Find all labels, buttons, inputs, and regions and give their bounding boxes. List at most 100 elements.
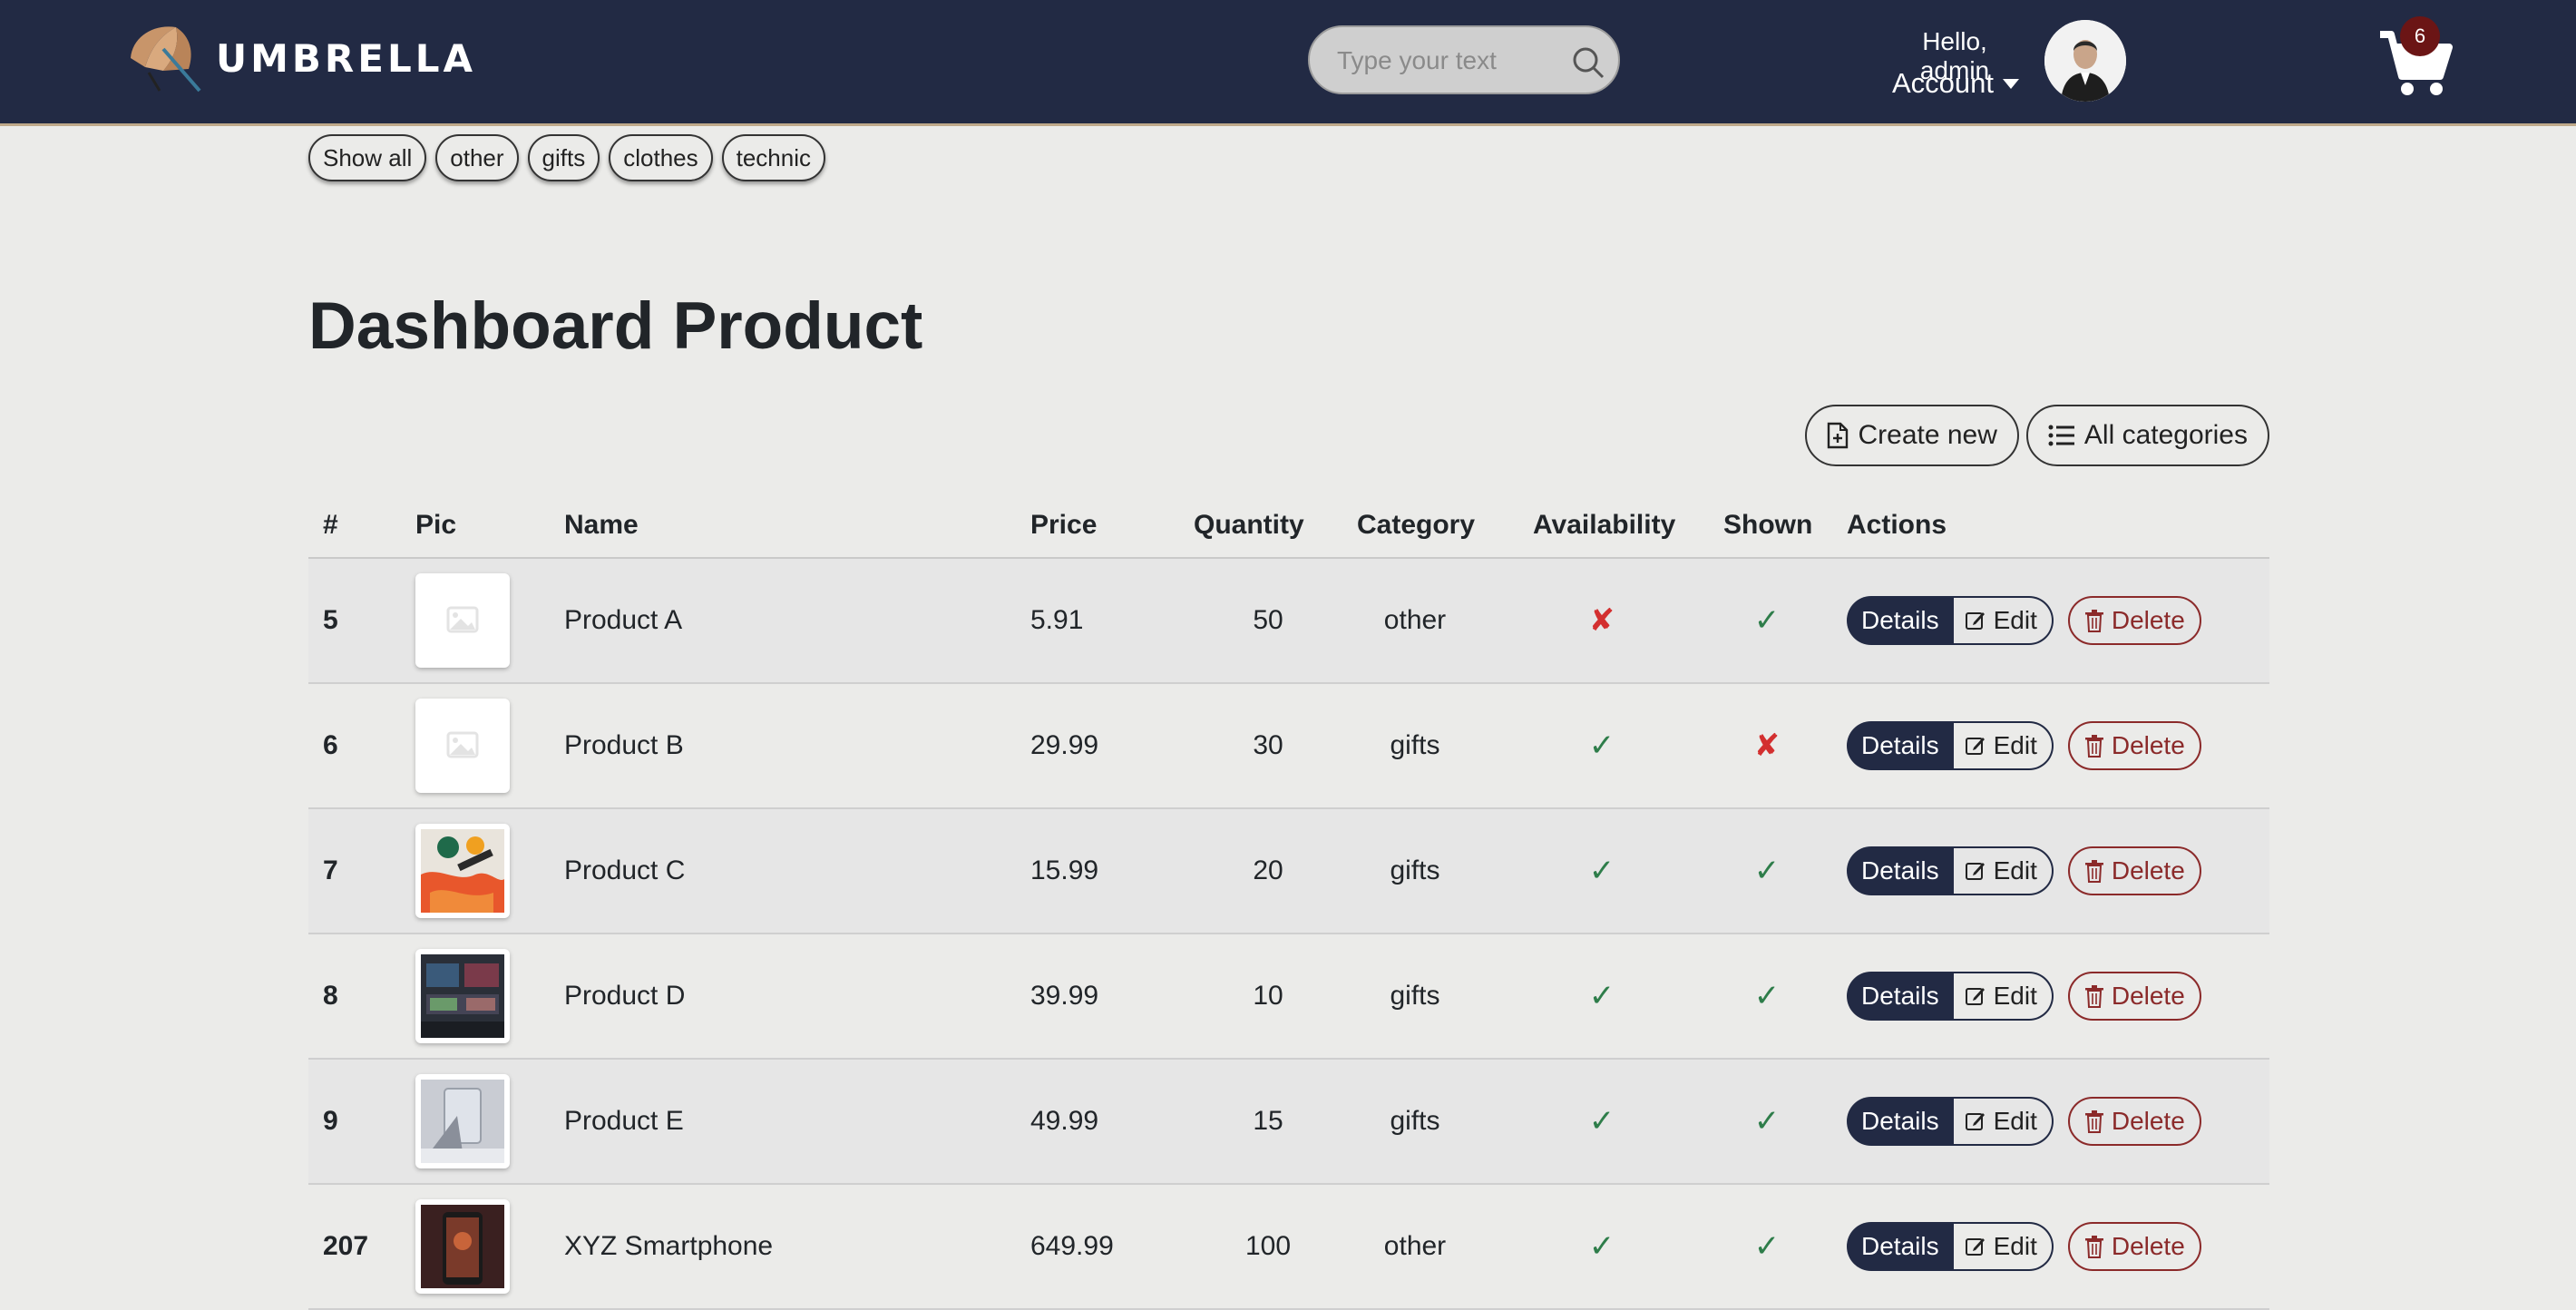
row-shown: ✓ [1676, 934, 1858, 1058]
col-actions: Actions [1847, 510, 1947, 540]
filter-other[interactable]: other [435, 134, 519, 181]
row-category: other [1383, 605, 1447, 635]
row-availability: ✓ [1511, 1060, 1693, 1183]
row-actions: Details Edit Delete [1847, 684, 2201, 807]
row-actions: Details Edit Delete [1847, 1060, 2201, 1183]
row-category: gifts [1390, 730, 1440, 760]
details-button[interactable]: Details [1847, 846, 1954, 895]
row-shown: ✓ [1676, 1060, 1858, 1183]
file-plus-icon [1828, 422, 1849, 449]
filter-gifts[interactable]: gifts [527, 134, 600, 181]
product-thumbnail[interactable] [415, 824, 510, 918]
cross-icon: ✘ [1753, 728, 1781, 763]
row-name: Product D [564, 981, 686, 1011]
details-edit-group: Details Edit [1847, 596, 2054, 645]
product-thumbnail[interactable] [415, 949, 510, 1043]
col-availability: Availability [1533, 510, 1676, 540]
col-id: # [323, 510, 338, 540]
filter-show-all[interactable]: Show all [308, 134, 427, 181]
check-icon: ✓ [1753, 603, 1781, 638]
details-button[interactable]: Details [1847, 1097, 1954, 1146]
row-actions: Details Edit Delete [1847, 1185, 2201, 1308]
delete-label: Delete [2111, 1107, 2185, 1135]
edit-button[interactable]: Edit [1953, 1097, 2054, 1146]
details-button[interactable]: Details [1847, 1222, 1954, 1271]
delete-button[interactable]: Delete [2067, 1222, 2201, 1271]
table-body: 5 Product A 5.91 50 other ✘ ✓ Details Ed… [308, 559, 2269, 1310]
edit-button[interactable]: Edit [1953, 846, 2054, 895]
row-price: 39.99 [1030, 981, 1099, 1011]
product-thumbnail[interactable] [415, 573, 510, 668]
smartphone-image [421, 1205, 504, 1288]
create-new-label: Create new [1858, 420, 1997, 450]
row-name: Product A [564, 605, 683, 635]
details-edit-group: Details Edit [1847, 972, 2054, 1021]
col-shown: Shown [1723, 510, 1813, 540]
delete-button[interactable]: Delete [2067, 596, 2201, 645]
edit-button[interactable]: Edit [1953, 1222, 2054, 1271]
brand-logo[interactable]: UMBRELLA [123, 16, 476, 100]
row-category: other [1383, 1231, 1447, 1261]
all-categories-button[interactable]: All categories [2025, 405, 2269, 466]
table-header: # Pic Name Price Quantity Category Avail… [308, 497, 2269, 559]
umbrella-icon [131, 26, 201, 93]
edit-label: Edit [1993, 606, 2037, 634]
check-icon: ✓ [1588, 979, 1615, 1013]
col-quantity: Quantity [1194, 510, 1304, 540]
row-availability: ✓ [1511, 684, 1693, 807]
delete-button[interactable]: Delete [2067, 721, 2201, 770]
search-icon[interactable] [1571, 45, 1605, 80]
edit-icon [1965, 612, 1985, 630]
edit-button[interactable]: Edit [1953, 596, 2054, 645]
row-shown: ✘ [1676, 684, 1858, 807]
delete-label: Delete [2111, 606, 2185, 634]
product-thumbnail[interactable] [415, 699, 510, 793]
check-icon: ✓ [1588, 1104, 1615, 1139]
page-title: Dashboard Product [308, 289, 923, 363]
details-edit-group: Details Edit [1847, 846, 2054, 895]
page-actions: Create new All categories [1805, 405, 2269, 466]
edit-icon [1965, 863, 1985, 880]
row-pic [415, 809, 510, 933]
glass-item-image [421, 1080, 504, 1163]
edit-label: Edit [1993, 982, 2037, 1010]
row-price: 5.91 [1030, 605, 1084, 635]
filter-clothes[interactable]: clothes [609, 134, 713, 181]
edit-icon [1965, 1113, 1985, 1130]
row-name: Product C [564, 855, 686, 885]
edit-button[interactable]: Edit [1953, 972, 2054, 1021]
details-button[interactable]: Details [1847, 596, 1954, 645]
search-input[interactable] [1335, 38, 1566, 83]
account-dropdown[interactable]: Account [1892, 67, 2020, 100]
product-thumbnail[interactable] [415, 1199, 510, 1294]
image-placeholder-icon [446, 606, 479, 633]
col-name: Name [564, 510, 639, 540]
row-price: 15.99 [1030, 855, 1099, 885]
create-new-button[interactable]: Create new [1805, 405, 2019, 466]
delete-label: Delete [2111, 982, 2185, 1010]
row-id: 207 [323, 1231, 369, 1261]
details-edit-group: Details Edit [1847, 1097, 2054, 1146]
edit-label: Edit [1993, 1232, 2037, 1260]
product-thumbnail[interactable] [415, 1074, 510, 1168]
category-filters: Show all other gifts clothes technic [308, 134, 826, 181]
delete-button[interactable]: Delete [2067, 1097, 2201, 1146]
row-category: gifts [1390, 1106, 1440, 1136]
delete-button[interactable]: Delete [2067, 972, 2201, 1021]
table-row: 207 XYZ Smartphone 649.99 100 other ✓ ✓ … [308, 1185, 2269, 1310]
delete-button[interactable]: Delete [2067, 846, 2201, 895]
trash-icon [2084, 735, 2103, 758]
edit-icon [1965, 738, 1985, 755]
trash-icon [2084, 1236, 2103, 1258]
avatar[interactable] [2044, 20, 2126, 102]
row-pic [415, 559, 510, 682]
filter-technic[interactable]: technic [721, 134, 826, 181]
edit-label: Edit [1993, 1107, 2037, 1135]
row-id: 9 [323, 1106, 338, 1136]
row-category: gifts [1390, 981, 1440, 1011]
details-button[interactable]: Details [1847, 972, 1954, 1021]
row-name: Product B [564, 730, 684, 760]
row-price: 649.99 [1030, 1231, 1114, 1261]
edit-button[interactable]: Edit [1953, 721, 2054, 770]
details-button[interactable]: Details [1847, 721, 1954, 770]
